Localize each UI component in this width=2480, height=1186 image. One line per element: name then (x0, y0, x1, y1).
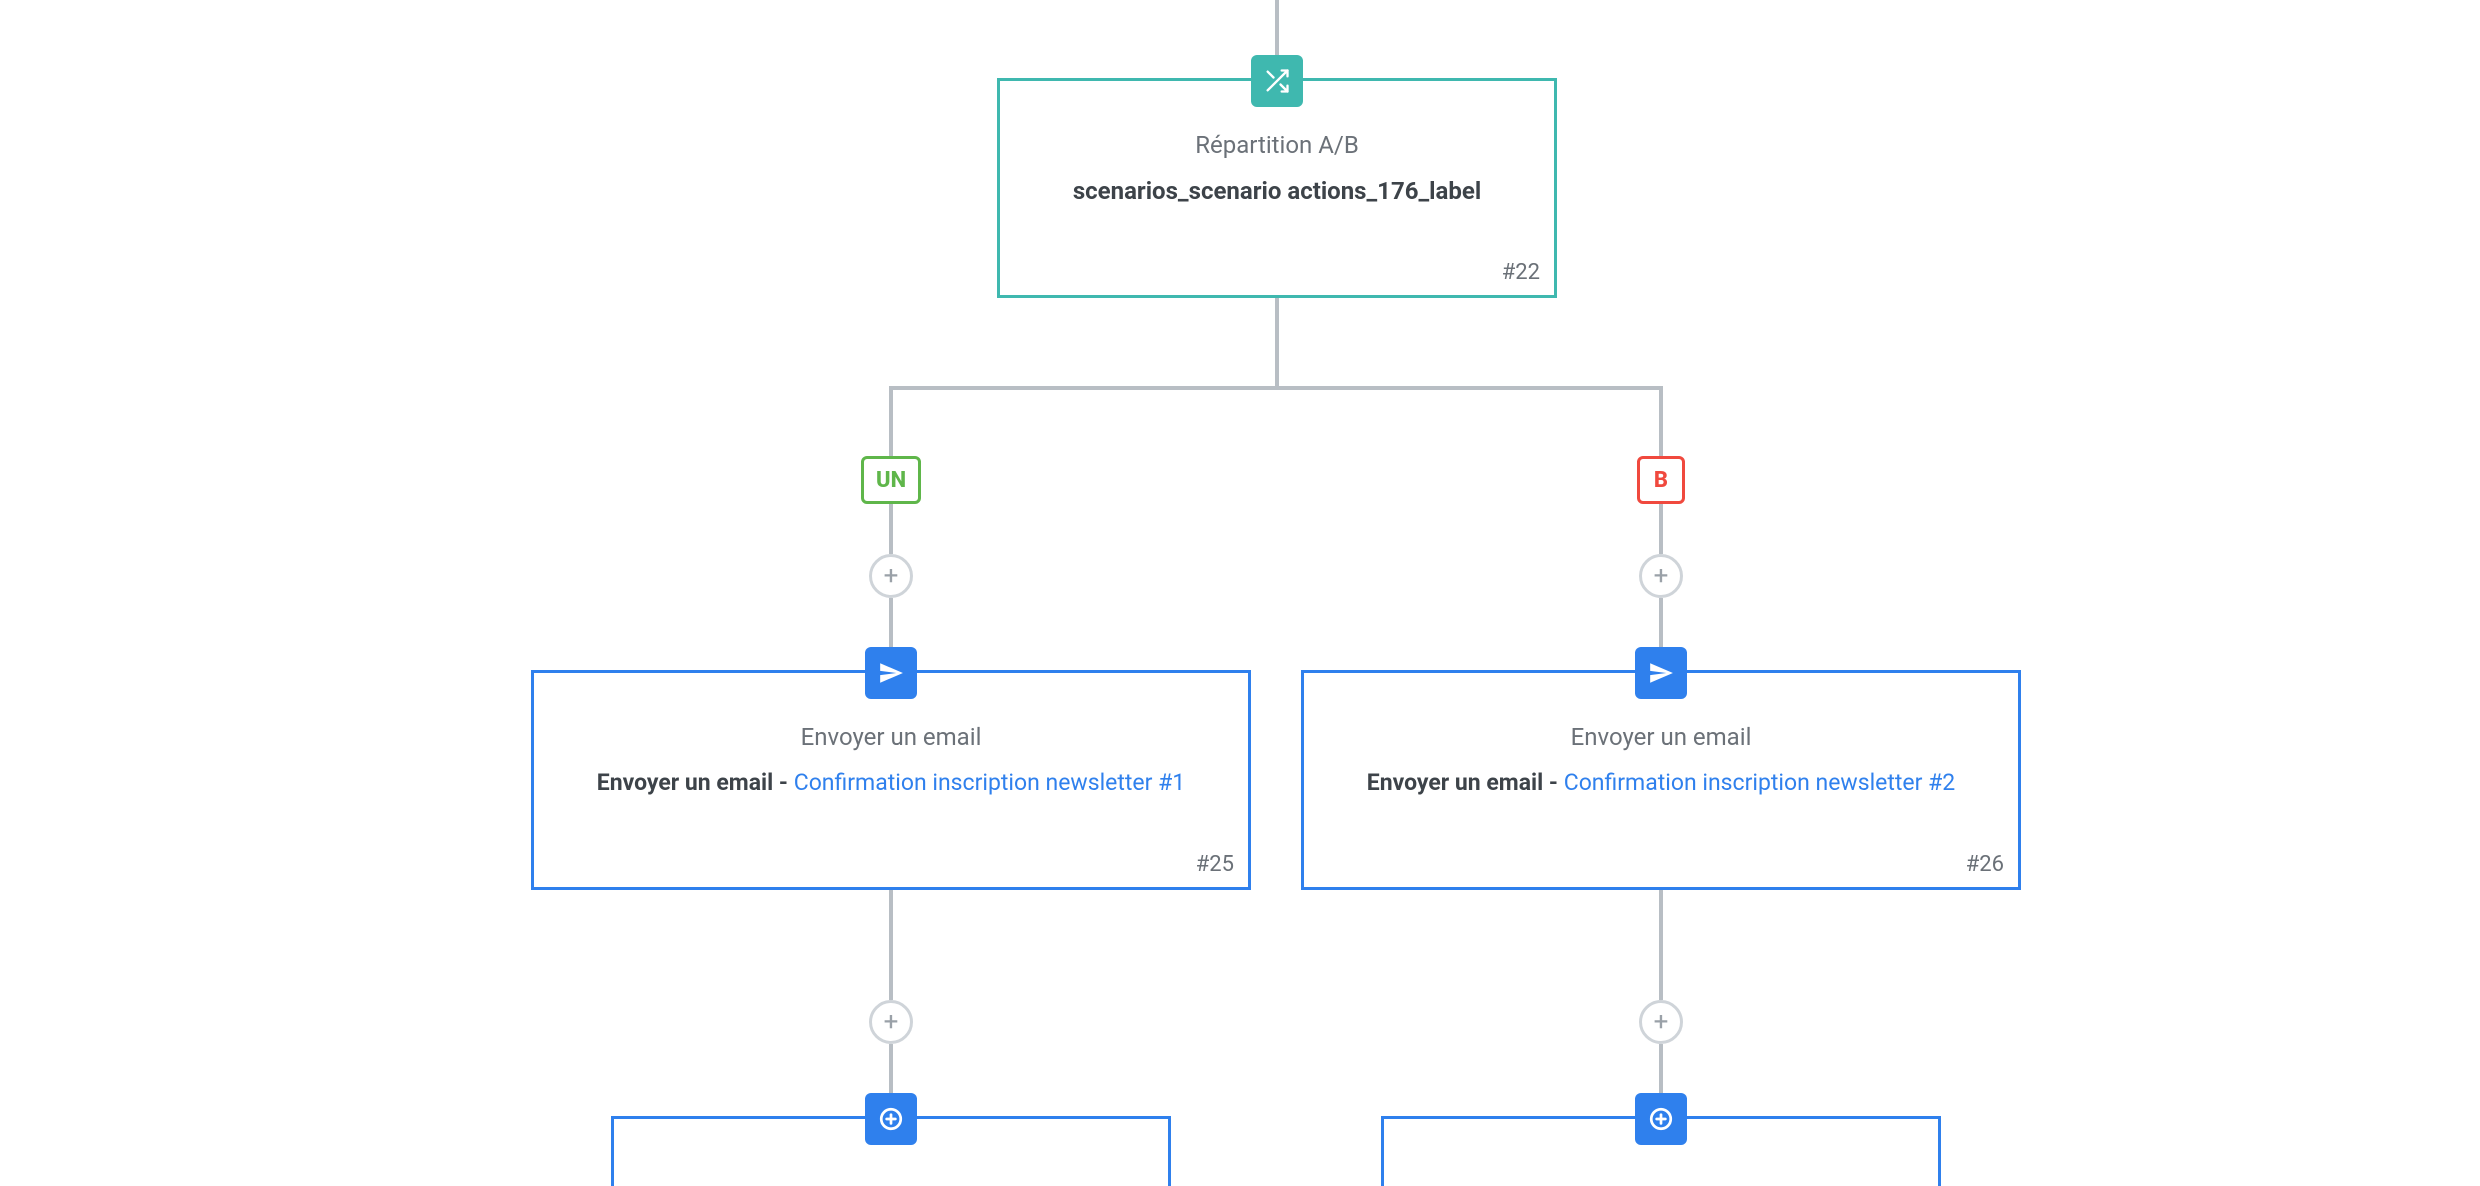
plus-icon: + (884, 1007, 899, 1037)
send-email-node[interactable]: Envoyer un email Envoyer un email - Conf… (531, 670, 1251, 890)
connector-line (889, 890, 893, 1000)
plus-circle-icon (1635, 1093, 1687, 1145)
add-step-button[interactable]: + (1639, 554, 1683, 598)
split-node-id: #22 (1502, 260, 1540, 285)
next-node-placeholder[interactable] (1381, 1116, 1941, 1186)
connector-line (1659, 504, 1663, 554)
email-node-title: Envoyer un email (1304, 723, 2018, 751)
split-node-title: Répartition A/B (1000, 131, 1554, 159)
next-node-placeholder[interactable] (611, 1116, 1171, 1186)
email-node-label: Envoyer un email - Confirmation inscript… (1304, 769, 2018, 796)
email-label-prefix: Envoyer un email - (597, 769, 794, 796)
email-label-prefix: Envoyer un email - (1367, 769, 1564, 796)
plus-icon: + (1654, 561, 1669, 591)
shuffle-icon (1251, 55, 1303, 107)
email-node-id: #25 (1196, 852, 1234, 877)
email-node-title: Envoyer un email (534, 723, 1248, 751)
split-node-label: scenarios_scenario actions_176_label (1000, 177, 1554, 205)
connector-line (1275, 298, 1279, 388)
send-icon (1635, 647, 1687, 699)
connector-line (889, 504, 893, 554)
add-step-button[interactable]: + (869, 554, 913, 598)
plus-circle-icon (865, 1093, 917, 1145)
connector-line (889, 386, 893, 456)
plus-icon: + (1654, 1007, 1669, 1037)
send-icon (865, 647, 917, 699)
add-step-button[interactable]: + (1639, 1000, 1683, 1044)
plus-icon: + (884, 561, 899, 591)
email-node-label: Envoyer un email - Confirmation inscript… (534, 769, 1248, 796)
workflow-canvas[interactable]: Répartition A/B scenarios_scenario actio… (0, 0, 2480, 1182)
branch-a-badge: UN (861, 456, 921, 504)
email-node-id: #26 (1966, 852, 2004, 877)
connector-line (889, 386, 1663, 390)
connector-line (1659, 386, 1663, 456)
branch-b-badge: B (1637, 456, 1685, 504)
add-step-button[interactable]: + (869, 1000, 913, 1044)
connector-line (1659, 890, 1663, 1000)
ab-split-node[interactable]: Répartition A/B scenarios_scenario actio… (997, 78, 1557, 298)
email-template-link[interactable]: Confirmation inscription newsletter #1 (794, 769, 1185, 796)
email-template-link[interactable]: Confirmation inscription newsletter #2 (1564, 769, 1955, 796)
send-email-node[interactable]: Envoyer un email Envoyer un email - Conf… (1301, 670, 2021, 890)
